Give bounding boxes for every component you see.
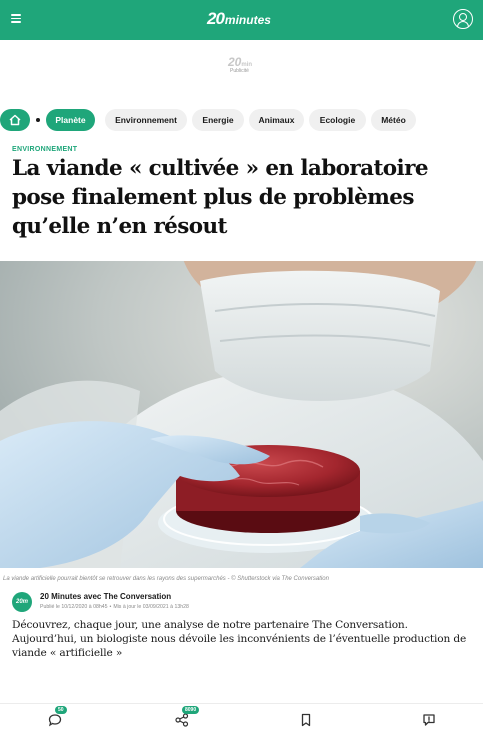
bookmark-icon bbox=[301, 713, 311, 727]
ad-logo-number: 20 bbox=[228, 55, 242, 69]
article-lead: Découvrez, chaque jour, une analyse de n… bbox=[12, 619, 467, 659]
logo-text: minutes bbox=[224, 13, 271, 27]
logo-number: 20 bbox=[207, 9, 225, 28]
author-name[interactable]: 20 Minutes avec The Conversation bbox=[40, 592, 171, 601]
lab-meat-photo bbox=[0, 261, 483, 568]
nav-pill-planete[interactable]: Planète bbox=[46, 109, 95, 131]
hero-image bbox=[0, 261, 483, 568]
share-button[interactable]: 8090 bbox=[174, 706, 200, 728]
bookmark-button[interactable] bbox=[298, 712, 314, 728]
ad-label: Publicité bbox=[230, 68, 249, 74]
site-logo[interactable]: 20minutes bbox=[207, 9, 271, 29]
home-button[interactable] bbox=[0, 109, 30, 131]
author-avatar[interactable]: 20m bbox=[12, 592, 32, 612]
nav-pill-ecologie[interactable]: Ecologie bbox=[309, 109, 366, 131]
report-icon bbox=[423, 714, 435, 726]
nav-pill-environnement[interactable]: Environnement bbox=[105, 109, 187, 131]
nav-pill-animaux[interactable]: Animaux bbox=[249, 109, 304, 131]
report-button[interactable] bbox=[421, 712, 437, 728]
article-rubric[interactable]: ENVIRONNEMENT bbox=[12, 146, 77, 153]
ad-logo[interactable]: 20min bbox=[228, 55, 252, 69]
published-date: Publié le 10/12/2020 à 08h45 bbox=[40, 604, 108, 610]
comment-icon bbox=[48, 714, 62, 727]
comments-count: 50 bbox=[55, 706, 67, 714]
user-account-icon[interactable] bbox=[453, 9, 473, 29]
nav-pill-meteo[interactable]: Météo bbox=[371, 109, 416, 131]
comments-button[interactable]: 50 bbox=[47, 706, 67, 728]
image-caption: La viande artificielle pourrait bientôt … bbox=[3, 576, 329, 582]
updated-date: Mis à jour le 03/09/2021 à 13h28 bbox=[113, 604, 189, 610]
publication-dates: Publié le 10/12/2020 à 08h45 • Mis à jour … bbox=[40, 604, 189, 610]
top-bar: 20minutes bbox=[0, 0, 483, 40]
home-icon bbox=[9, 114, 21, 126]
share-icon bbox=[175, 713, 189, 727]
hamburger-menu-icon[interactable] bbox=[9, 12, 23, 26]
share-count: 8090 bbox=[182, 706, 200, 714]
nav-separator bbox=[36, 118, 40, 122]
bottom-action-bar: 50 8090 bbox=[0, 703, 483, 735]
article-title: La viande « cultivée » en laboratoire po… bbox=[12, 156, 429, 239]
nav-pill-energie[interactable]: Energie bbox=[192, 109, 244, 131]
category-nav: Planète Environnement Energie Animaux Ec… bbox=[0, 109, 483, 131]
